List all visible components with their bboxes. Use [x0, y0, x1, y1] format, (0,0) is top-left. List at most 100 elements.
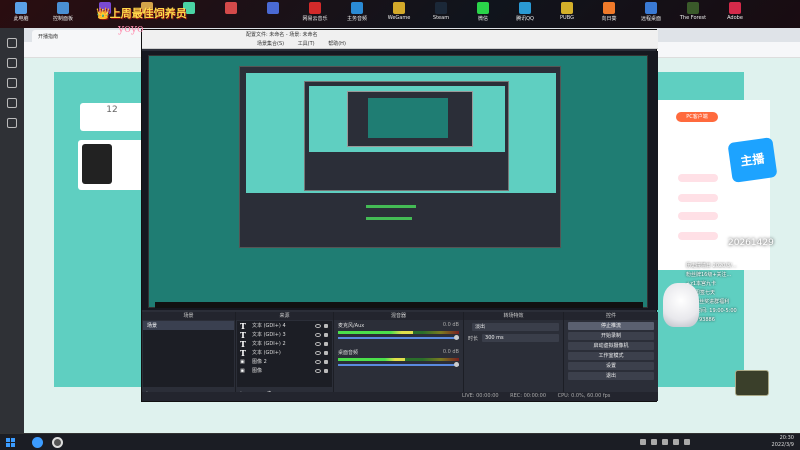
tray-icon[interactable] — [673, 439, 679, 445]
source-name: 文本 (GDI+) 3 — [252, 332, 286, 338]
desktop-icon-label: 微信 — [477, 16, 488, 22]
app-icon — [435, 2, 447, 14]
desktop-icon[interactable]: 此电脑 — [0, 0, 42, 26]
desktop-icon[interactable]: 控制面板 — [42, 0, 84, 26]
exit-button[interactable]: 退出 — [568, 372, 654, 380]
stop-stream-button[interactable]: 停止推流 — [568, 322, 654, 330]
desktop-icon-label: 向日葵 — [601, 16, 617, 22]
obs-docks: 场景 场景 + − ∧ ∨ 来源 T文本 (GDI+) 4T文本 (GDI+) … — [142, 312, 658, 400]
source-name: 文本 (GDI+) — [252, 350, 281, 356]
gift-row[interactable] — [678, 232, 718, 240]
app-icon — [477, 2, 489, 14]
volume-slider[interactable] — [338, 335, 460, 340]
start-recording-button[interactable]: 开始录制 — [568, 332, 654, 340]
sidebar-mail-icon[interactable] — [7, 78, 17, 88]
desktop-icon[interactable]: The Forest — [672, 0, 714, 26]
sidebar-cart-icon[interactable] — [7, 118, 17, 128]
mixer-channel-mic: 麦克风/Aux 0.0 dB — [334, 320, 463, 341]
sources-list: T 文本 (GDI+) 4 T 文本 (GDI+) 3 T 文本 (GDI+) 2 T 文本 … — [237, 321, 332, 387]
source-item[interactable]: T 文本 (GDI+) 2 — [237, 339, 332, 349]
desktop-icon[interactable]: WeGame — [378, 0, 420, 26]
lock-icon[interactable] — [324, 323, 328, 328]
desktop-icon[interactable]: Steam — [420, 0, 462, 26]
source-item[interactable]: T 文本 (GDI+) 3 — [237, 330, 332, 340]
desktop-icon[interactable]: Adobe — [714, 0, 756, 26]
duration-input[interactable]: 300 ms — [482, 334, 559, 342]
gift-row[interactable] — [678, 212, 718, 220]
desktop-icon[interactable]: 网易云音乐 — [294, 0, 336, 26]
volume-meter — [338, 331, 459, 334]
volume-slider[interactable] — [338, 362, 460, 367]
source-item[interactable]: ▣ 图像 2 — [237, 357, 332, 366]
desktop-icon[interactable]: 主务音频 — [336, 0, 378, 26]
studio-mode-button[interactable]: 工作室模式 — [568, 352, 654, 360]
eye-icon[interactable] — [315, 341, 321, 346]
platform-logo: 主播 — [727, 137, 778, 183]
desktop-icon[interactable] — [252, 0, 294, 26]
menu-tools[interactable]: 工具(T) — [298, 41, 315, 47]
preview-capture — [148, 55, 648, 308]
clock-time: 20:30 — [779, 435, 794, 441]
tray-icon[interactable] — [684, 439, 690, 445]
scenes-dock: 场景 场景 + − ∧ ∨ — [142, 312, 236, 400]
desktop-icon[interactable]: 腾讯QQ — [504, 0, 546, 26]
gift-row[interactable] — [678, 194, 718, 202]
desktop-icon-label: PUBG — [560, 15, 574, 21]
desktop-icon-label: Steam — [432, 15, 450, 21]
desktop-icon[interactable] — [210, 0, 252, 26]
mixer-dock: 混音器 麦克风/Aux 0.0 dB 桌面音频 0.0 dB — [334, 312, 464, 400]
desktop-icon[interactable]: PUBG — [546, 0, 588, 26]
settings-button[interactable]: 设置 — [568, 362, 654, 370]
obs-preview[interactable] — [142, 51, 658, 310]
overlay-number: 20261429 — [728, 238, 774, 248]
sidebar-tv-icon[interactable] — [7, 98, 17, 108]
volume-slider-knob[interactable] — [454, 335, 460, 340]
volume-meter — [338, 358, 459, 361]
lock-icon[interactable] — [324, 368, 328, 373]
mixer-db: 0.0 dB — [442, 349, 459, 355]
obs-window: 配置文件: 未命名 - 场景: 未命名 场景集合(S) 工具(T) 帮助(H) — [141, 29, 658, 402]
obs-taskbar-icon[interactable] — [52, 437, 63, 448]
tray-icon[interactable] — [640, 439, 646, 445]
desktop-icon[interactable]: 远程桌面 — [630, 0, 672, 26]
image-source-icon: ▣ — [240, 367, 245, 374]
source-name: 图像 — [252, 368, 263, 374]
lock-icon[interactable] — [324, 350, 328, 355]
eye-icon[interactable] — [315, 350, 321, 355]
lock-icon[interactable] — [324, 341, 328, 346]
gift-row[interactable] — [678, 174, 718, 182]
app-icon — [519, 2, 531, 14]
start-button[interactable] — [6, 438, 15, 447]
source-name: 文本 (GDI+) 2 — [252, 341, 286, 347]
tray-icon[interactable] — [651, 439, 657, 445]
sidebar-home-icon[interactable] — [7, 38, 17, 48]
volume-slider-knob[interactable] — [454, 362, 460, 367]
sidebar-bookmark-icon[interactable] — [7, 58, 17, 68]
source-item[interactable]: T 文本 (GDI+) — [237, 348, 332, 358]
taskbar-app-icon[interactable] — [32, 437, 43, 448]
mixer-channel-desktop: 桌面音频 0.0 dB — [334, 347, 463, 368]
transition-type-select[interactable]: 淡出 — [472, 323, 559, 331]
nested-page-3 — [368, 98, 448, 138]
lock-icon[interactable] — [324, 359, 328, 364]
image-source-icon: ▣ — [240, 358, 245, 365]
source-item[interactable]: ▣ 图像 — [237, 366, 332, 375]
desktop-icon-label: 控制面板 — [52, 16, 73, 22]
eye-icon[interactable] — [315, 368, 321, 373]
eye-icon[interactable] — [315, 332, 321, 337]
menu-help[interactable]: 帮助(H) — [328, 41, 346, 47]
tray-icon[interactable] — [662, 439, 668, 445]
scene-item[interactable]: 场景 — [143, 321, 234, 330]
desktop-icon[interactable]: 向日葵 — [588, 0, 630, 26]
desktop-icon[interactable]: 微信 — [462, 0, 504, 26]
virtual-camera-button[interactable]: 启动虚拟摄像机 — [568, 342, 654, 350]
nested-page-1 — [246, 73, 556, 193]
menu-scene-collection[interactable]: 场景集合(S) — [257, 41, 284, 47]
eye-icon[interactable] — [315, 323, 321, 328]
lock-icon[interactable] — [324, 332, 328, 337]
streamer-avatar — [82, 144, 112, 184]
eye-icon[interactable] — [315, 359, 321, 364]
pc-client-button[interactable]: PC客户端 — [676, 112, 718, 122]
clock[interactable]: 20:30 2022/3/9 — [772, 435, 794, 449]
source-item[interactable]: T 文本 (GDI+) 4 — [237, 321, 332, 331]
